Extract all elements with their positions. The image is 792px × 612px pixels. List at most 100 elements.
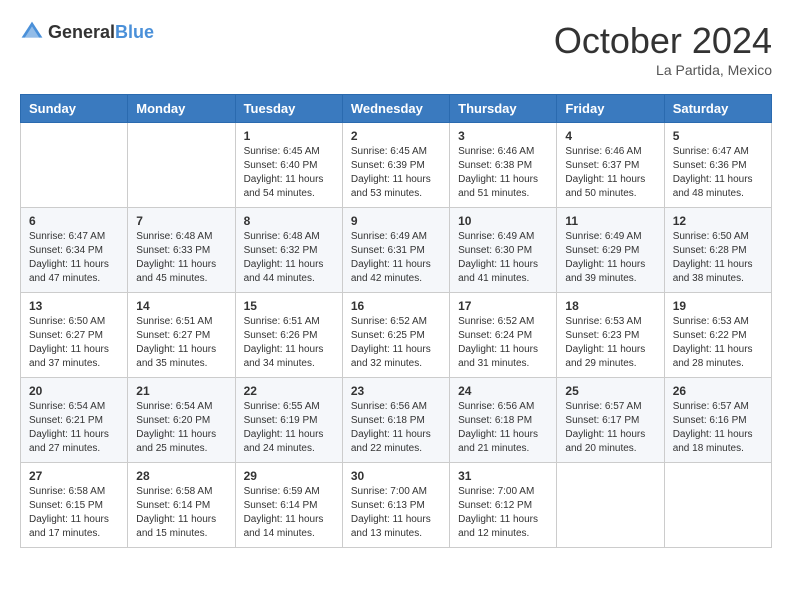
- day-number: 16: [351, 299, 441, 313]
- calendar-cell: 6Sunrise: 6:47 AM Sunset: 6:34 PM Daylig…: [21, 208, 128, 293]
- day-info: Sunrise: 6:51 AM Sunset: 6:26 PM Dayligh…: [244, 315, 334, 371]
- calendar-week-row: 27Sunrise: 6:58 AM Sunset: 6:15 PM Dayli…: [21, 463, 772, 548]
- day-number: 24: [458, 384, 548, 398]
- day-info: Sunrise: 6:52 AM Sunset: 6:25 PM Dayligh…: [351, 315, 441, 371]
- day-number: 1: [244, 129, 334, 143]
- day-info: Sunrise: 6:50 AM Sunset: 6:28 PM Dayligh…: [673, 230, 763, 286]
- day-number: 13: [29, 299, 119, 313]
- day-number: 22: [244, 384, 334, 398]
- day-info: Sunrise: 6:48 AM Sunset: 6:32 PM Dayligh…: [244, 230, 334, 286]
- day-info: Sunrise: 6:49 AM Sunset: 6:29 PM Dayligh…: [565, 230, 655, 286]
- calendar-cell: [21, 123, 128, 208]
- calendar-cell: 2Sunrise: 6:45 AM Sunset: 6:39 PM Daylig…: [342, 123, 449, 208]
- page-header: GeneralBlue October 2024 La Partida, Mex…: [20, 20, 772, 78]
- day-info: Sunrise: 6:54 AM Sunset: 6:21 PM Dayligh…: [29, 400, 119, 456]
- logo-icon: [20, 20, 44, 44]
- calendar-body: 1 Sunrise: 6:45 AM Sunset: 6:40 PM Daylig…: [21, 123, 772, 548]
- calendar-cell: 28Sunrise: 6:58 AM Sunset: 6:14 PM Dayli…: [128, 463, 235, 548]
- calendar-cell: [664, 463, 771, 548]
- day-info: Sunrise: 6:50 AM Sunset: 6:27 PM Dayligh…: [29, 315, 119, 371]
- calendar-cell: 21Sunrise: 6:54 AM Sunset: 6:20 PM Dayli…: [128, 378, 235, 463]
- weekday-header-saturday: Saturday: [664, 95, 771, 123]
- weekday-header-sunday: Sunday: [21, 95, 128, 123]
- day-number: 11: [565, 214, 655, 228]
- day-number: 7: [136, 214, 226, 228]
- day-info: Sunrise: 6:51 AM Sunset: 6:27 PM Dayligh…: [136, 315, 226, 371]
- calendar-table: SundayMondayTuesdayWednesdayThursdayFrid…: [20, 94, 772, 548]
- calendar-cell: 5 Sunrise: 6:47 AM Sunset: 6:36 PM Daylig…: [664, 123, 771, 208]
- calendar-header: SundayMondayTuesdayWednesdayThursdayFrid…: [21, 95, 772, 123]
- calendar-cell: [128, 123, 235, 208]
- calendar-week-row: 13 Sunrise: 6:50 AM Sunset: 6:27 PM Dayli…: [21, 293, 772, 378]
- calendar-cell: 30Sunrise: 7:00 AM Sunset: 6:13 PM Dayli…: [342, 463, 449, 548]
- calendar-cell: 3Sunrise: 6:46 AM Sunset: 6:38 PM Daylig…: [450, 123, 557, 208]
- day-number: 29: [244, 469, 334, 483]
- title-block: October 2024 La Partida, Mexico: [554, 20, 772, 78]
- day-number: 15: [244, 299, 334, 313]
- day-number: 9: [351, 214, 441, 228]
- day-number: 10: [458, 214, 548, 228]
- calendar-cell: 17 Sunrise: 6:52 AM Sunset: 6:24 PM Dayli…: [450, 293, 557, 378]
- weekday-header-thursday: Thursday: [450, 95, 557, 123]
- day-info: Sunrise: 6:56 AM Sunset: 6:18 PM Dayligh…: [351, 400, 441, 456]
- calendar-cell: 13 Sunrise: 6:50 AM Sunset: 6:27 PM Dayli…: [21, 293, 128, 378]
- calendar-cell: [557, 463, 664, 548]
- day-number: 27: [29, 469, 119, 483]
- day-info: Sunrise: 6:52 AM Sunset: 6:24 PM Dayligh…: [458, 315, 548, 371]
- calendar-cell: 7Sunrise: 6:48 AM Sunset: 6:33 PM Daylig…: [128, 208, 235, 293]
- calendar-cell: 31 Sunrise: 7:00 AM Sunset: 6:12 PM Dayli…: [450, 463, 557, 548]
- weekday-header-wednesday: Wednesday: [342, 95, 449, 123]
- month-title: October 2024: [554, 20, 772, 62]
- calendar-cell: 14 Sunrise: 6:51 AM Sunset: 6:27 PM Dayli…: [128, 293, 235, 378]
- day-number: 4: [565, 129, 655, 143]
- day-number: 12: [673, 214, 763, 228]
- day-number: 14: [136, 299, 226, 313]
- calendar-cell: 10Sunrise: 6:49 AM Sunset: 6:30 PM Dayli…: [450, 208, 557, 293]
- day-info: Sunrise: 6:53 AM Sunset: 6:22 PM Dayligh…: [673, 315, 763, 371]
- calendar-cell: 20 Sunrise: 6:54 AM Sunset: 6:21 PM Dayli…: [21, 378, 128, 463]
- day-info: Sunrise: 6:57 AM Sunset: 6:17 PM Dayligh…: [565, 400, 655, 456]
- calendar-cell: 1 Sunrise: 6:45 AM Sunset: 6:40 PM Daylig…: [235, 123, 342, 208]
- calendar-cell: 15 Sunrise: 6:51 AM Sunset: 6:26 PM Dayli…: [235, 293, 342, 378]
- calendar-cell: 8 Sunrise: 6:48 AM Sunset: 6:32 PM Daylig…: [235, 208, 342, 293]
- calendar-week-row: 6Sunrise: 6:47 AM Sunset: 6:34 PM Daylig…: [21, 208, 772, 293]
- day-info: Sunrise: 6:47 AM Sunset: 6:36 PM Dayligh…: [673, 145, 763, 201]
- day-info: Sunrise: 6:57 AM Sunset: 6:16 PM Dayligh…: [673, 400, 763, 456]
- day-number: 28: [136, 469, 226, 483]
- day-info: Sunrise: 6:49 AM Sunset: 6:31 PM Dayligh…: [351, 230, 441, 286]
- location-text: La Partida, Mexico: [554, 62, 772, 78]
- logo-general-text: General: [48, 22, 115, 42]
- calendar-cell: 29 Sunrise: 6:59 AM Sunset: 6:14 PM Dayli…: [235, 463, 342, 548]
- day-number: 19: [673, 299, 763, 313]
- day-number: 18: [565, 299, 655, 313]
- day-number: 23: [351, 384, 441, 398]
- weekday-header-row: SundayMondayTuesdayWednesdayThursdayFrid…: [21, 95, 772, 123]
- day-info: Sunrise: 7:00 AM Sunset: 6:12 PM Dayligh…: [458, 485, 548, 541]
- day-number: 2: [351, 129, 441, 143]
- calendar-cell: 23 Sunrise: 6:56 AM Sunset: 6:18 PM Dayli…: [342, 378, 449, 463]
- day-number: 31: [458, 469, 548, 483]
- day-info: Sunrise: 6:59 AM Sunset: 6:14 PM Dayligh…: [244, 485, 334, 541]
- calendar-cell: 4 Sunrise: 6:46 AM Sunset: 6:37 PM Daylig…: [557, 123, 664, 208]
- day-number: 26: [673, 384, 763, 398]
- day-info: Sunrise: 7:00 AM Sunset: 6:13 PM Dayligh…: [351, 485, 441, 541]
- day-info: Sunrise: 6:46 AM Sunset: 6:37 PM Dayligh…: [565, 145, 655, 201]
- calendar-cell: 25 Sunrise: 6:57 AM Sunset: 6:17 PM Dayli…: [557, 378, 664, 463]
- day-number: 25: [565, 384, 655, 398]
- calendar-cell: 26 Sunrise: 6:57 AM Sunset: 6:16 PM Dayli…: [664, 378, 771, 463]
- day-number: 8: [244, 214, 334, 228]
- day-number: 17: [458, 299, 548, 313]
- day-number: 20: [29, 384, 119, 398]
- calendar-cell: 12 Sunrise: 6:50 AM Sunset: 6:28 PM Dayli…: [664, 208, 771, 293]
- logo: GeneralBlue: [20, 20, 154, 44]
- day-info: Sunrise: 6:45 AM Sunset: 6:40 PM Dayligh…: [244, 145, 334, 201]
- weekday-header-tuesday: Tuesday: [235, 95, 342, 123]
- weekday-header-monday: Monday: [128, 95, 235, 123]
- calendar-week-row: 20 Sunrise: 6:54 AM Sunset: 6:21 PM Dayli…: [21, 378, 772, 463]
- calendar-cell: 16 Sunrise: 6:52 AM Sunset: 6:25 PM Dayli…: [342, 293, 449, 378]
- day-info: Sunrise: 6:56 AM Sunset: 6:18 PM Dayligh…: [458, 400, 548, 456]
- calendar-cell: 27Sunrise: 6:58 AM Sunset: 6:15 PM Dayli…: [21, 463, 128, 548]
- calendar-cell: 24 Sunrise: 6:56 AM Sunset: 6:18 PM Dayli…: [450, 378, 557, 463]
- day-number: 5: [673, 129, 763, 143]
- calendar-cell: 22Sunrise: 6:55 AM Sunset: 6:19 PM Dayli…: [235, 378, 342, 463]
